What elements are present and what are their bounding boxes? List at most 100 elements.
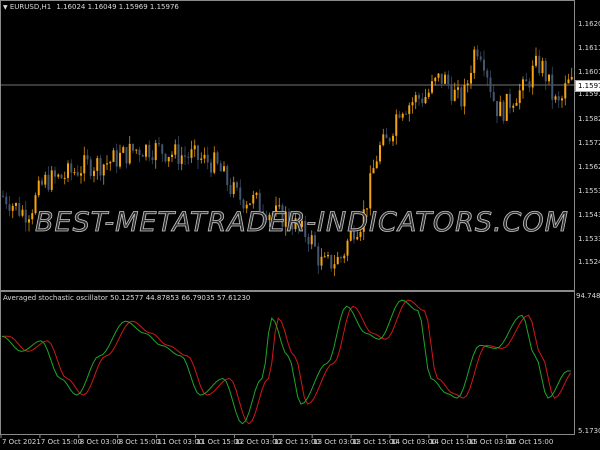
candle-body: [570, 77, 573, 80]
triangle-down-icon[interactable]: ▼: [3, 4, 8, 11]
candle-body: [229, 185, 232, 194]
candle-body: [551, 74, 554, 100]
candle-body: [541, 60, 544, 74]
candle-body: [132, 143, 134, 151]
candle-body: [327, 254, 329, 257]
candle-body: [525, 79, 528, 82]
candle-body: [502, 101, 505, 121]
candle-body: [174, 144, 177, 155]
candle-body: [522, 79, 524, 91]
candle-body: [41, 180, 43, 185]
candle-body: [492, 91, 495, 102]
candle-body: [470, 72, 472, 84]
price-axis-label: 1.15625: [578, 163, 600, 171]
candle-body: [96, 158, 99, 171]
candle-body: [392, 135, 394, 142]
candle-body: [398, 114, 401, 118]
time-axis-label: 7 Oct 2021: [2, 438, 41, 446]
price-axis-label: 1.16205: [578, 20, 600, 28]
candle-body: [54, 170, 56, 177]
candle-body: [158, 143, 160, 145]
candle-body: [323, 256, 326, 258]
candle-body: [408, 105, 411, 114]
candle-body: [421, 98, 424, 104]
oscillator-signal-line: [2, 299, 572, 425]
indicator-title: Averaged stochastic oscillator 50.12577 …: [3, 294, 251, 302]
candle-body: [15, 203, 17, 206]
candle-body: [531, 65, 534, 88]
candle-body: [70, 163, 73, 173]
candle-body: [115, 150, 118, 167]
candle-body: [346, 240, 349, 256]
candle-body: [219, 163, 222, 172]
candle-body: [11, 205, 14, 211]
candle-body: [460, 87, 463, 107]
candle-body: [528, 81, 531, 88]
candle-body: [411, 102, 414, 106]
candle-body: [63, 177, 66, 179]
candle-body: [369, 173, 372, 209]
candle-body: [447, 74, 450, 84]
candle-body: [483, 59, 485, 71]
candle-body: [444, 74, 446, 84]
candle-body: [154, 143, 157, 161]
candle-body: [44, 174, 47, 185]
candle-body: [453, 89, 456, 101]
candle-body: [479, 56, 482, 60]
candle-body: [232, 182, 235, 194]
candle-body: [307, 237, 310, 245]
current-price-label: 1.15976: [575, 80, 600, 92]
candle-body: [317, 246, 320, 266]
candle-body: [414, 95, 417, 103]
candle-body: [99, 158, 102, 176]
candle-body: [450, 83, 453, 101]
candle-body: [86, 155, 89, 160]
candle-body: [424, 96, 427, 104]
candle-body: [252, 194, 255, 204]
candle-body: [372, 168, 375, 174]
candle-body: [554, 96, 557, 100]
candle-body: [434, 77, 437, 82]
candle-body: [184, 155, 186, 157]
candle-body: [564, 83, 567, 99]
candle-body: [83, 155, 86, 174]
time-axis-label: 8 Oct 03:00: [79, 438, 121, 446]
candle-body: [76, 172, 79, 176]
price-axis-label: 1.15720: [578, 139, 600, 147]
candle-body: [102, 164, 105, 176]
ohlc-values: 1.16024 1.16049 1.15969 1.15976: [56, 3, 179, 11]
candle-body: [440, 73, 443, 84]
symbol-label: EURUSD,H1: [9, 3, 52, 11]
candle-body: [60, 174, 63, 179]
candle-body: [31, 213, 34, 220]
candle-body: [457, 87, 459, 90]
candle-body: [57, 174, 60, 177]
candle-body: [239, 187, 242, 200]
candle-body: [128, 143, 131, 164]
candle-body: [106, 163, 108, 165]
candle-body: [93, 170, 95, 176]
candle-body: [538, 55, 541, 74]
candle-body: [73, 172, 76, 174]
candle-body: [190, 149, 193, 158]
candle-body: [223, 166, 225, 172]
candle-body: [512, 105, 515, 108]
candle-body: [28, 219, 30, 223]
candle-body: [431, 81, 433, 93]
candle-body: [382, 134, 385, 146]
candle-body: [164, 153, 167, 162]
candle-body: [236, 182, 238, 188]
symbol-header: ▼ EURUSD,H1 1.16024 1.16049 1.15969 1.15…: [3, 3, 179, 11]
candle-body: [489, 77, 492, 92]
indicator-max-label: 94.74845: [576, 292, 600, 300]
candle-body: [37, 180, 40, 196]
candle-body: [249, 203, 251, 205]
candle-body: [466, 83, 469, 86]
candle-body: [255, 192, 258, 195]
candle-body: [187, 156, 190, 158]
candle-body: [437, 73, 440, 78]
candle-body: [388, 138, 391, 142]
candle-body: [557, 96, 560, 101]
candle-body: [2, 195, 4, 197]
candle-body: [5, 196, 8, 205]
